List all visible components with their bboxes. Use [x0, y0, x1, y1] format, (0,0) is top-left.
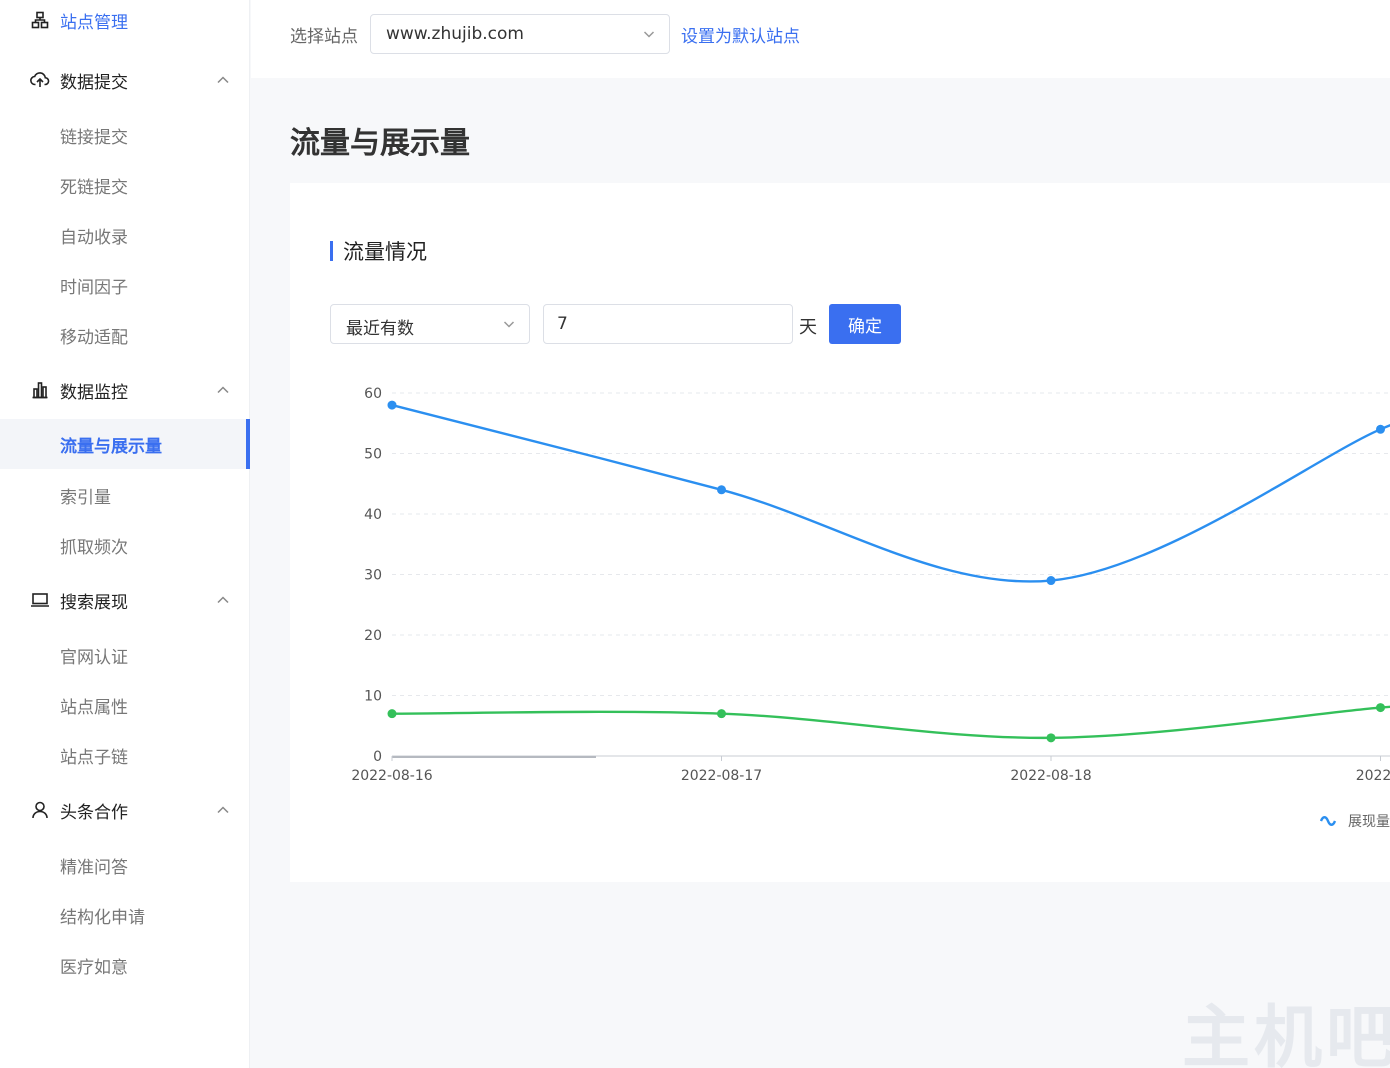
sidebar-item-official-cert[interactable]: 官网认证 [0, 630, 250, 680]
sidebar-group-data-submit[interactable]: 数据提交 [0, 55, 250, 105]
sidebar-item-label: 移动适配 [60, 327, 128, 348]
legend-line-icon [1320, 816, 1337, 826]
sidebar-group-label: 搜索展现 [60, 592, 128, 613]
sidebar-group-label: 数据监控 [60, 382, 128, 403]
sidebar-item-deadlink-submit[interactable]: 死链提交 [0, 160, 250, 210]
sidebar-item-label: 官网认证 [60, 647, 128, 668]
user-icon [30, 800, 50, 820]
sidebar-item-crawl-frequency[interactable]: 抓取频次 [0, 520, 250, 570]
sidebar-item-label: 链接提交 [60, 127, 128, 148]
sidebar-item-site-attributes[interactable]: 站点属性 [0, 680, 250, 730]
x-tick-label: 2022-08-17 [681, 768, 762, 784]
y-tick-label: 60 [364, 386, 382, 402]
watermark-logo: 主机吧 [1182, 998, 1390, 1068]
sidebar-item-label: 自动收录 [60, 227, 128, 248]
sidebar-item-label: 站点属性 [60, 697, 128, 718]
y-tick-label: 10 [364, 689, 382, 705]
y-tick-label: 30 [364, 568, 382, 584]
chart-legend[interactable]: 展现量 [1320, 811, 1390, 831]
sidebar-item-site-sublinks[interactable]: 站点子链 [0, 730, 250, 780]
site-select[interactable]: www.zhujib.com [370, 14, 670, 54]
y-tick-label: 20 [364, 628, 382, 644]
sidebar-item-label: 流量与展示量 [60, 436, 162, 457]
bar-chart-icon [30, 380, 50, 400]
set-default-site-link[interactable]: 设置为默认站点 [681, 22, 800, 47]
active-indicator [246, 419, 250, 469]
sidebar-group-site-management[interactable]: 站点管理 [0, 0, 250, 45]
chevron-up-icon[interactable] [214, 71, 232, 89]
y-tick-label: 40 [364, 507, 382, 523]
data-point [387, 400, 397, 410]
sidebar-group-search-display[interactable]: 搜索展现 [0, 575, 250, 625]
sidebar-item-medical-ruyi[interactable]: 医疗如意 [0, 940, 250, 990]
x-tick-label: 2022-0 [1356, 768, 1390, 784]
sidebar-item-label: 精准问答 [60, 857, 128, 878]
sidebar-item-link-submit[interactable]: 链接提交 [0, 110, 250, 160]
sidebar-item-structured-apply[interactable]: 结构化申请 [0, 890, 250, 940]
sidebar-item-precise-qa[interactable]: 精准问答 [0, 840, 250, 890]
traffic-line-chart: 0 10 20 30 40 50 60 2022-08-16 2022-08-17 2022-08… [351, 386, 1390, 784]
chevron-down-icon [643, 31, 655, 38]
data-point [717, 709, 726, 719]
sidebar-group-toutiao-coop[interactable]: 头条合作 [0, 785, 250, 835]
chevron-up-icon[interactable] [214, 801, 232, 819]
sidebar-item-label: 站点子链 [60, 747, 128, 768]
sidebar-item-auto-index[interactable]: 自动收录 [0, 210, 250, 260]
sidebar-item-mobile-adapt[interactable]: 移动适配 [0, 310, 250, 360]
chevron-up-icon[interactable] [214, 591, 232, 609]
sidebar: 站点管理 数据提交 链接提交 死链提交 自动收录 时间因子 移动适配 数据监控 … [0, 0, 250, 1068]
x-tick-label: 2022-08-16 [351, 768, 432, 784]
y-tick-label: 0 [373, 749, 382, 765]
top-bar: 选择站点 www.zhujib.com 设置为默认站点 [251, 0, 1390, 78]
sidebar-item-label: 医疗如意 [60, 957, 128, 978]
page-title: 流量与展示量 [290, 126, 470, 161]
sidebar-item-traffic-impressions[interactable]: 流量与展示量 [0, 419, 250, 469]
sidebar-item-label: 时间因子 [60, 277, 128, 298]
sidebar-item-time-factor[interactable]: 时间因子 [0, 260, 250, 310]
sidebar-group-data-monitor[interactable]: 数据监控 [0, 365, 250, 415]
cloud-upload-icon [30, 70, 50, 90]
sitemap-icon [30, 10, 50, 30]
data-point [387, 709, 397, 719]
data-point [1046, 576, 1056, 586]
data-point [717, 485, 726, 495]
sidebar-group-label: 头条合作 [60, 802, 128, 823]
chevron-up-icon[interactable] [214, 381, 232, 399]
sidebar-item-label: 死链提交 [60, 177, 128, 198]
sidebar-item-index-count[interactable]: 索引量 [0, 470, 250, 520]
sidebar-group-label: 数据提交 [60, 72, 128, 93]
data-point [1376, 424, 1385, 434]
x-tick-label: 2022-08-18 [1010, 768, 1091, 784]
sidebar-group-label: 站点管理 [60, 12, 128, 33]
sidebar-item-label: 抓取频次 [60, 537, 128, 558]
traffic-card: 流量情况 最近有数 天 确定 01020304050602022-08-1620… [290, 183, 1390, 882]
sidebar-item-label: 索引量 [60, 487, 111, 508]
sidebar-item-label: 结构化申请 [60, 907, 145, 928]
data-point [1376, 703, 1385, 713]
legend-label: 展现量 [1348, 814, 1390, 830]
laptop-icon [30, 590, 50, 610]
y-tick-label: 50 [364, 447, 382, 463]
series-line [391, 403, 1390, 583]
site-select-value: www.zhujib.com [386, 24, 524, 44]
site-select-label: 选择站点 [290, 27, 358, 47]
data-point [1046, 733, 1056, 743]
series-line [391, 705, 1390, 740]
